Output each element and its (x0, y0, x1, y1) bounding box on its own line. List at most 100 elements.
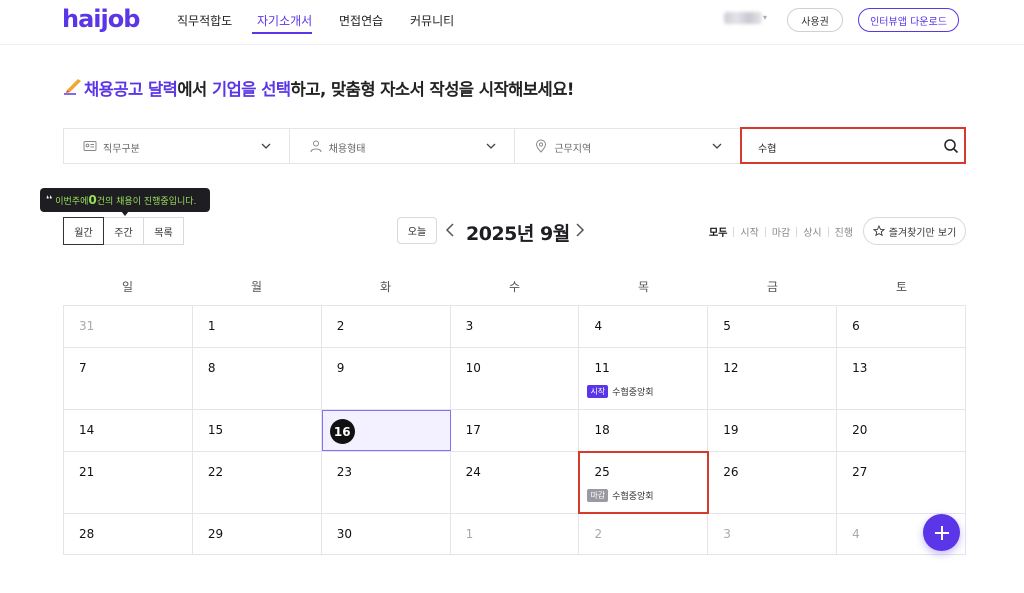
calendar-day-cell[interactable]: 1 (193, 306, 322, 347)
haijob-logo[interactable]: haijob (62, 5, 140, 33)
calendar-day-cell[interactable]: 9 (322, 348, 451, 409)
day-number: 3 (465, 319, 474, 333)
today-button[interactable]: 오늘 (397, 217, 437, 244)
employment-type-select[interactable]: 채용형태 (290, 129, 516, 163)
day-number: 16 (329, 419, 355, 444)
calendar-day-cell[interactable]: 15 (193, 410, 322, 451)
calendar-day-cell[interactable]: 29 (193, 514, 322, 554)
day-number: 1 (465, 527, 474, 541)
calendar-day-cell[interactable]: 19 (708, 410, 838, 451)
status-start[interactable]: 시작 (739, 224, 759, 239)
calendar-day-cell[interactable]: 31 (64, 306, 193, 347)
star-icon (872, 225, 885, 237)
pencil-icon (64, 79, 84, 99)
day-number: 17 (465, 423, 481, 437)
weekday-header: 일 월 화 수 목 금 토 (63, 272, 966, 306)
day-number: 31 (79, 319, 95, 333)
day-number: 3 (723, 527, 731, 541)
weekday-thu: 목 (637, 280, 650, 294)
day-number: 1 (207, 319, 216, 333)
chevron-left-icon[interactable] (443, 222, 457, 238)
status-always[interactable]: 상시 (802, 224, 822, 239)
calendar-day-cell[interactable]: 17 (451, 410, 580, 451)
filter-bar: 직무구분 채용형태 근무지역 (63, 128, 741, 164)
calendar-day-cell[interactable]: 14 (64, 410, 193, 451)
event-company-name: 수협중앙회 (612, 388, 654, 398)
calendar-day-cell[interactable]: 11 시작 수협중앙회 (579, 348, 709, 409)
chevron-right-icon[interactable] (573, 222, 587, 238)
day-number: 12 (723, 361, 739, 375)
work-region-select[interactable]: 근무지역 (515, 129, 740, 163)
calendar-day-cell[interactable]: 28 (64, 514, 193, 554)
calendar-day-cell[interactable]: 13 (837, 348, 967, 409)
calendar-day-cell[interactable]: 6 (837, 306, 967, 347)
job-category-select[interactable]: 직무구분 (64, 129, 290, 163)
status-all[interactable]: 모두 (708, 224, 728, 239)
day-number: 22 (207, 465, 224, 479)
status-filters: 모두 시작 마감 상시 진행 (708, 224, 854, 239)
user-menu-caret-icon[interactable]: ▾ (763, 13, 767, 22)
calendar-day-cell[interactable]: 2 (579, 514, 709, 554)
day-number: 4 (594, 319, 603, 333)
day-number: 2 (594, 527, 603, 541)
calendar-day-cell[interactable]: 3 (708, 514, 838, 554)
calendar-day-cell[interactable]: 7 (64, 348, 193, 409)
favorites-only-button[interactable]: 즐겨찾기만 보기 (863, 217, 966, 245)
day-number: 7 (79, 361, 87, 375)
calendar-day-cell[interactable]: 18 (579, 410, 709, 451)
coupon-button[interactable]: 사용권 (787, 8, 843, 32)
day-number: 30 (336, 527, 352, 541)
calendar-day-cell[interactable]: 4 (579, 306, 709, 347)
tab-weekly[interactable]: 주간 (103, 217, 144, 245)
calendar-day-cell[interactable]: 23 (322, 452, 451, 513)
nav-community[interactable]: 커뮤니티 (410, 12, 454, 29)
day-number: 5 (723, 319, 731, 333)
day-number: 9 (336, 361, 345, 375)
nav-job-fit[interactable]: 직무적합도 (177, 12, 232, 29)
day-number: 20 (852, 423, 868, 437)
calendar-day-cell[interactable]: 8 (193, 348, 322, 409)
calendar-day-cell[interactable]: 21 (64, 452, 193, 513)
add-fab-button[interactable] (923, 514, 960, 551)
calendar-day-cell[interactable]: 2 (322, 306, 451, 347)
calendar-day-cell[interactable]: 26 (708, 452, 838, 513)
weekday-wed: 수 (508, 280, 521, 294)
calendar-day-cell[interactable]: 25 마감 수협중앙회 (578, 451, 710, 514)
map-pin-icon (536, 139, 547, 153)
day-number: 27 (852, 465, 868, 479)
event-company-name: 수협중앙회 (612, 492, 654, 502)
calendar-day-cell[interactable]: 22 (193, 452, 322, 513)
calendar-day-cell[interactable]: 24 (451, 452, 580, 513)
calendar-day-cell[interactable]: 1 (451, 514, 580, 554)
user-name-blurred[interactable] (724, 12, 762, 24)
chevron-down-icon (486, 143, 496, 149)
calendar-day-cell[interactable]: 3 (451, 306, 580, 347)
calendar-day-cell[interactable]: 27 (837, 452, 967, 513)
search-icon[interactable] (943, 138, 959, 154)
day-number: 29 (207, 527, 224, 541)
tab-monthly[interactable]: 월간 (63, 217, 104, 245)
calendar-day-cell[interactable]: 20 (837, 410, 967, 451)
app-download-button[interactable]: 인터뷰앱 다운로드 (858, 8, 959, 32)
nav-cover-letter[interactable]: 자기소개서 (257, 12, 312, 29)
month-title: 2025년 9월 (466, 223, 570, 245)
nav-interview-practice[interactable]: 면접연습 (339, 12, 383, 29)
calendar-event[interactable]: 마감 수협중앙회 (587, 489, 654, 502)
day-number: 10 (465, 361, 481, 375)
status-ongoing[interactable]: 진행 (834, 224, 854, 239)
calendar-day-cell[interactable]: 30 (322, 514, 451, 554)
calendar-day-cell[interactable]: 16 (321, 410, 451, 451)
tab-list[interactable]: 목록 (143, 217, 184, 245)
day-number: 28 (79, 527, 95, 541)
status-end[interactable]: 마감 (771, 224, 791, 239)
calendar-day-cell[interactable]: 12 (708, 348, 838, 409)
calendar-week-row: 7 8 9 10 11 시작 수협중앙회 12 13 (64, 348, 967, 410)
company-search-input[interactable]: 수협 (740, 127, 966, 164)
id-card-icon (83, 141, 97, 151)
day-number: 18 (594, 423, 610, 437)
calendar-day-cell[interactable]: 10 (451, 348, 580, 409)
divider (796, 226, 798, 237)
weekday-fri: 금 (766, 280, 779, 294)
calendar-event[interactable]: 시작 수협중앙회 (587, 385, 654, 398)
calendar-day-cell[interactable]: 5 (708, 306, 838, 347)
